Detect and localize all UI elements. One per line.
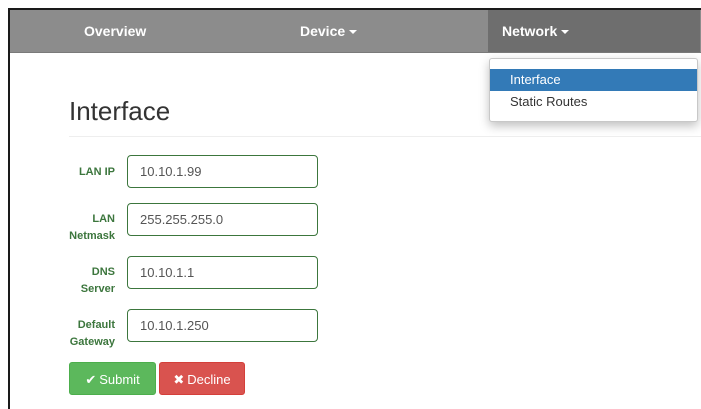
decline-button[interactable]: ✖ Decline	[159, 362, 245, 395]
default-gateway-input[interactable]	[127, 309, 318, 342]
caret-down-icon	[561, 30, 570, 35]
dns-server-label: DNS Server	[59, 264, 115, 298]
caret-down-icon	[349, 30, 358, 35]
nav-device-label: Device	[300, 23, 346, 39]
lan-ip-input[interactable]	[127, 155, 318, 188]
submit-button[interactable]: ✔ Submit	[69, 362, 156, 395]
lan-netmask-label-line1: LAN	[92, 213, 115, 225]
submit-label: Submit	[99, 372, 140, 387]
dns-server-input[interactable]	[127, 256, 318, 289]
lan-netmask-label: LAN Netmask	[59, 211, 115, 245]
network-dropdown-menu: Interface Static Routes	[489, 58, 698, 122]
x-icon: ✖	[173, 372, 185, 387]
nav-overview[interactable]: Overview	[84, 10, 146, 52]
nav-overview-label: Overview	[84, 23, 147, 39]
decline-label: Decline	[187, 372, 231, 387]
app-frame: Overview Device Network Interface Static…	[8, 8, 701, 409]
nav-device[interactable]: Device	[300, 10, 358, 52]
page-title: Interface	[69, 96, 171, 126]
nav-network-label: Network	[502, 23, 558, 39]
dns-server-label-line1: DNS	[91, 266, 115, 278]
checkmark-icon: ✔	[85, 372, 97, 387]
dns-server-label-line2: Server	[80, 283, 115, 295]
default-gateway-label: Default Gateway	[59, 317, 115, 351]
default-gateway-label-line1: Default	[77, 319, 115, 331]
lan-netmask-label-line2: Netmask	[69, 230, 115, 242]
top-navbar: Overview Device Network	[10, 10, 701, 53]
dropdown-item-interface[interactable]: Interface	[490, 69, 697, 91]
nav-network[interactable]: Network	[488, 10, 700, 52]
lan-ip-label: LAN IP	[59, 164, 115, 181]
title-divider	[69, 136, 701, 137]
default-gateway-label-line2: Gateway	[69, 336, 115, 348]
dropdown-item-static-routes[interactable]: Static Routes	[490, 91, 697, 113]
lan-ip-label-text: LAN IP	[78, 166, 115, 178]
lan-netmask-input[interactable]	[127, 203, 318, 236]
